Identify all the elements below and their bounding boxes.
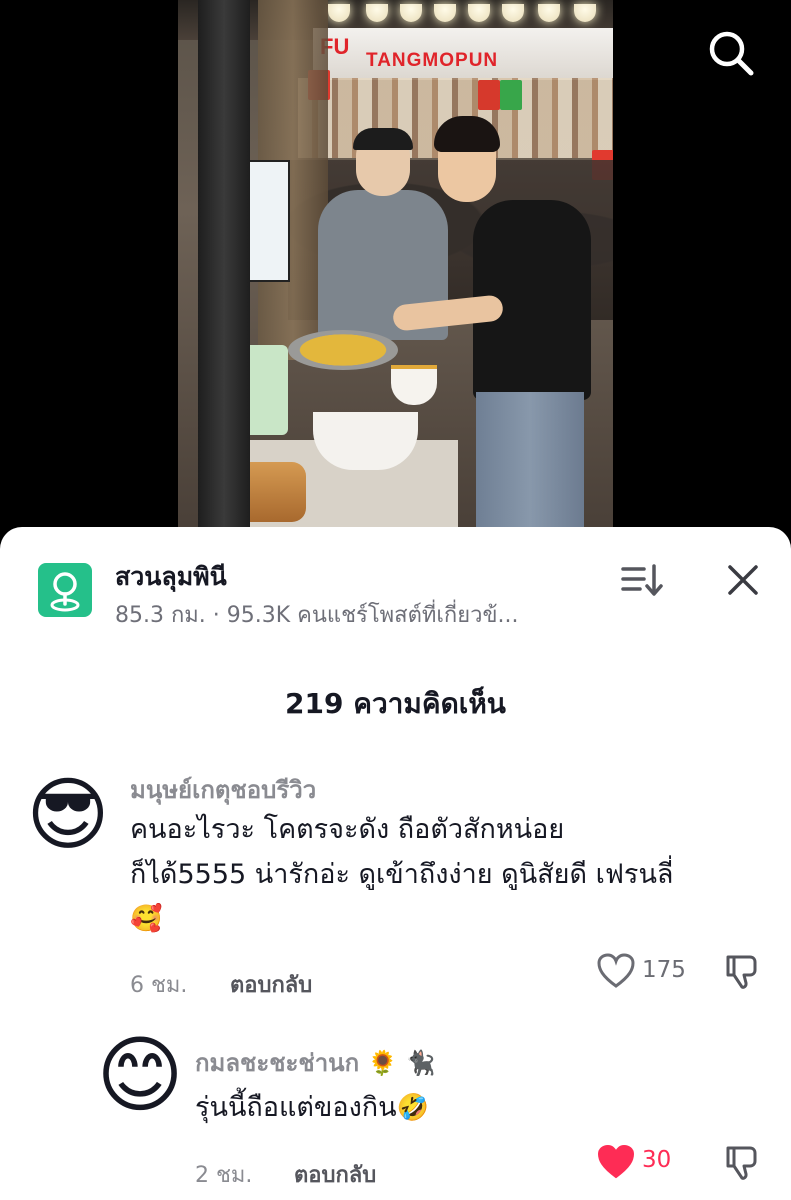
food-cup — [391, 365, 437, 405]
reply-button[interactable]: ตอบกลับ — [230, 967, 312, 1002]
dislike-button[interactable] — [722, 1144, 762, 1182]
comment-emoji: 🤣 — [396, 1093, 429, 1123]
dislike-icon — [726, 1146, 757, 1180]
dislike-button[interactable] — [722, 953, 762, 991]
location-name[interactable]: สวนลุมพินี — [115, 557, 227, 597]
cooking-pot — [288, 330, 398, 370]
sort-button[interactable] — [620, 563, 664, 599]
comment-username-text: กมลชะชะช่านก — [195, 1049, 360, 1077]
pole — [198, 0, 250, 527]
like-count: 30 — [642, 1147, 672, 1173]
comment-text-line: คนอะไรวะ โคตรจะดัง ถือตัวสักหน่อย — [130, 814, 565, 845]
search-icon — [709, 31, 754, 76]
sort-icon — [621, 564, 663, 596]
map-pin-icon — [50, 572, 80, 612]
search-button[interactable] — [706, 28, 756, 78]
comment-emoji: 🥰 — [130, 904, 163, 934]
reply-button[interactable]: ตอบกลับ — [294, 1157, 376, 1192]
like-button[interactable] — [596, 952, 636, 990]
comment-username[interactable]: มนุษย์เกตุชอบรีวิว — [130, 770, 316, 809]
store-sign-text: TANGMOPUN — [366, 50, 499, 71]
video-frame[interactable]: FU TANGMOPUN — [178, 0, 613, 527]
heart-icon — [597, 953, 635, 988]
dislike-icon — [726, 955, 757, 989]
comment-username[interactable]: กมลชะชะช่านก 🌻 🐈‍⬛ — [195, 1043, 436, 1082]
close-button[interactable] — [722, 559, 764, 601]
location-subtitle: 85.3 กม. · 95.3K คนแชร์โพสต์ที่เกี่ยวข้.… — [115, 603, 519, 628]
comment-sheet: สวนลุมพินี 85.3 กม. · 95.3K คนแชร์โพสต์ท… — [0, 527, 791, 1200]
noodle-bowl — [313, 412, 418, 470]
person-jeans — [476, 392, 584, 527]
video-area[interactable]: FU TANGMOPUN — [0, 0, 791, 560]
comment-count: 219 ความคิดเห็น — [285, 687, 506, 720]
heart-icon — [597, 1144, 635, 1179]
price-tag — [500, 80, 522, 110]
like-button[interactable] — [596, 1143, 636, 1181]
comment-text: รุ่นนี้ถือแต่ของกิน🤣 — [195, 1085, 429, 1131]
comment-time: 6 ชม. — [130, 973, 188, 998]
avatar[interactable]: 😎 — [22, 769, 114, 861]
comment-text-line: ก็ได้5555 น่ารักอ่ะ ดูเข้าถึงง่าย ดูนิสั… — [130, 859, 674, 890]
person-cap — [353, 128, 413, 150]
comment-time: 2 ชม. — [195, 1163, 253, 1188]
like-count: 175 — [642, 957, 686, 983]
avatar[interactable]: 😊 — [92, 1027, 188, 1123]
price-tag — [478, 80, 500, 110]
location-icon-badge[interactable] — [38, 563, 92, 617]
close-icon — [728, 565, 758, 595]
comment-text: คนอะไรวะ โคตรจะดัง ถือตัวสักหน่อย ก็ได้5… — [130, 807, 673, 942]
comment-text-body: รุ่นนี้ถือแต่ของกิน — [195, 1092, 397, 1123]
display-screen — [246, 160, 290, 282]
comment-username-emoji: 🌻 🐈‍⬛ — [367, 1049, 436, 1077]
